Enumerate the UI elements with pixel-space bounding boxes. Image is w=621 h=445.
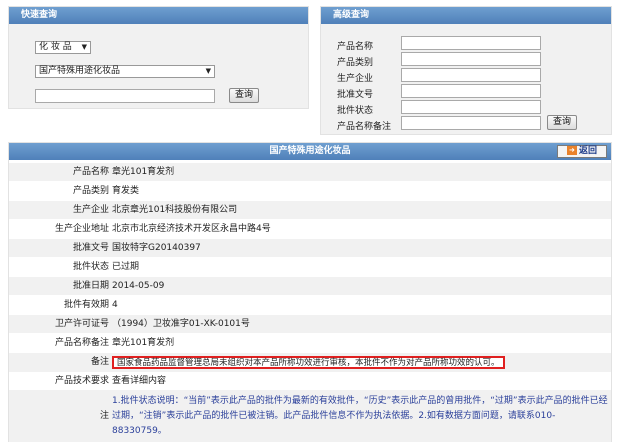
row-key: 批准文号	[72, 243, 109, 253]
detail-row-tech: 产品技术要求 查看详细内容	[9, 372, 611, 390]
chevron-down-icon: ▼	[205, 67, 211, 75]
category-select[interactable]: 化 妆 品 ▼	[35, 41, 91, 54]
quick-search-button[interactable]: 查询	[229, 88, 259, 103]
row-value: 育发类	[112, 186, 140, 196]
row-key: 备注	[90, 357, 109, 367]
detail-row: 批件有效期 4	[9, 296, 611, 314]
row-value: 章光101育发剂	[112, 338, 175, 348]
quick-search-title: 快速查询	[9, 7, 308, 24]
row-key: 产品技术要求	[54, 376, 109, 386]
manufacturer-input[interactable]	[401, 68, 541, 82]
row-key: 产品名称备注	[54, 338, 109, 348]
chevron-down-icon: ▼	[81, 43, 87, 51]
field-label-product-name-remark: 产品名称备注	[337, 122, 392, 132]
row-value: 国妆特字G20140397	[112, 243, 201, 253]
row-value: （1994）卫妆准字01-XK-0101号	[112, 319, 250, 329]
row-key: 生产企业	[72, 205, 109, 215]
field-label-license-status: 批件状态	[337, 106, 374, 116]
arrow-right-icon: ➜	[566, 146, 577, 155]
advanced-search-panel: 高级查询 产品名称 产品类别 生产企业 批准文号 批件状态 产品名称备注 查询	[320, 6, 612, 135]
product-category-input[interactable]	[401, 52, 541, 66]
row-key: 生产企业地址	[54, 224, 109, 234]
row-value: 2014-05-09	[112, 281, 165, 291]
detail-row: 生产企业地址 北京市北京经济技术开发区永昌中路4号	[9, 220, 611, 238]
row-value: 北京市北京经济技术开发区永昌中路4号	[112, 224, 271, 234]
row-value: 章光101育发剂	[112, 167, 175, 177]
field-label-manufacturer: 生产企业	[337, 74, 374, 84]
type-select-value: 国产特殊用途化妆品	[39, 66, 121, 76]
advanced-search-title: 高级查询	[321, 7, 611, 24]
quick-search-panel: 快速查询 化 妆 品 ▼ 国产特殊用途化妆品 ▼ 查询	[8, 6, 309, 109]
detail-row: 产品名称 章光101育发剂	[9, 163, 611, 181]
product-name-input[interactable]	[401, 36, 541, 50]
row-value: 已过期	[112, 262, 140, 272]
category-select-value: 化 妆 品	[39, 42, 72, 52]
product-name-remark-input[interactable]	[401, 116, 541, 130]
row-key: 批件有效期	[63, 300, 109, 310]
detail-row: 生产企业 北京章光101科技股份有限公司	[9, 201, 611, 219]
footnote-row: 注 1.批件状态说明：“当前”表示此产品的批件为最新的有效批件，“历史”表示此产…	[9, 390, 611, 442]
license-status-input[interactable]	[401, 100, 541, 114]
field-label-product-name: 产品名称	[337, 42, 374, 52]
detail-row: 批准文号 国妆特字G20140397	[9, 239, 611, 257]
detail-row-note: 备注 国家食品药品监督管理总局未组织对本产品所称功效进行审核，本批件不作为对产品…	[9, 353, 611, 372]
advanced-search-button[interactable]: 查询	[547, 115, 577, 130]
detail-panel: 国产特殊用途化妆品 ➜ 返回 产品名称 章光101育发剂 产品类别 育发类 生产企…	[8, 142, 612, 442]
detail-row: 卫产许可证号 （1994）卫妆准字01-XK-0101号	[9, 315, 611, 333]
row-value: 4	[112, 300, 118, 310]
footnote-text: 1.批件状态说明：“当前”表示此产品的批件为最新的有效批件，“历史”表示此产品的…	[112, 396, 608, 436]
back-button-label: 返回	[578, 146, 597, 156]
approval-number-input[interactable]	[401, 84, 541, 98]
detail-row: 产品名称备注 章光101育发剂	[9, 334, 611, 352]
note-highlight: 国家食品药品监督管理总局未组织对本产品所称功效进行审核，本批件不作为对产品所称功…	[112, 356, 505, 369]
detail-row: 批准日期 2014-05-09	[9, 277, 611, 295]
row-key: 批准日期	[72, 281, 109, 291]
row-key: 卫产许可证号	[54, 319, 109, 329]
row-key: 注	[99, 411, 109, 421]
back-button[interactable]: ➜ 返回	[557, 145, 607, 158]
row-value: 北京章光101科技股份有限公司	[112, 205, 238, 215]
detail-row: 批件状态 已过期	[9, 258, 611, 276]
tech-requirement-link[interactable]: 查看详细内容	[112, 372, 166, 390]
detail-row: 产品类别 育发类	[9, 182, 611, 200]
type-select[interactable]: 国产特殊用途化妆品 ▼	[35, 65, 215, 78]
quick-search-input[interactable]	[35, 89, 215, 103]
field-label-approval-number: 批准文号	[337, 90, 374, 100]
field-label-product-category: 产品类别	[337, 58, 374, 68]
detail-title: 国产特殊用途化妆品	[269, 146, 351, 156]
row-key: 批件状态	[72, 262, 109, 272]
row-key: 产品名称	[72, 167, 109, 177]
row-key: 产品类别	[72, 186, 109, 196]
detail-title-bar: 国产特殊用途化妆品 ➜ 返回	[9, 143, 611, 160]
